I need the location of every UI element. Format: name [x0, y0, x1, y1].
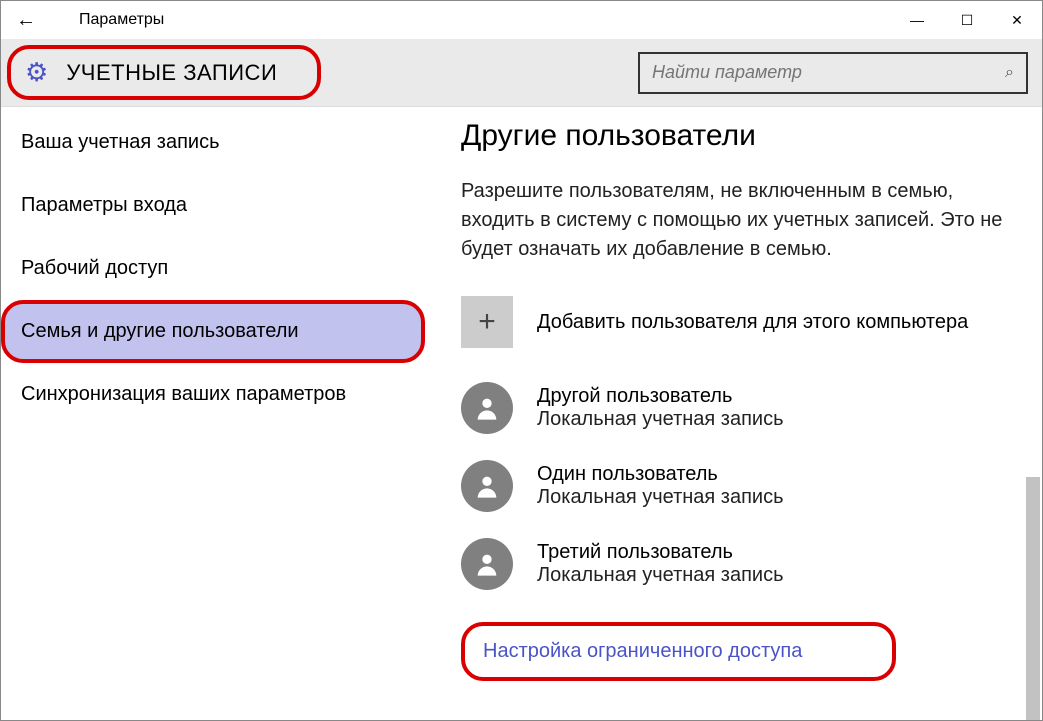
scrollbar-track[interactable] — [1026, 207, 1040, 710]
user-type: Локальная учетная запись — [537, 486, 784, 509]
add-user-label: Добавить пользователя для этого компьюте… — [537, 311, 968, 334]
search-icon: ⌕ — [1005, 64, 1014, 82]
avatar-icon — [461, 382, 513, 434]
sidebar-item-signin-options[interactable]: Параметры входа — [1, 174, 425, 237]
user-type: Локальная учетная запись — [537, 408, 784, 431]
user-name: Третий пользователь — [537, 541, 784, 564]
assigned-access-highlight: Настройка ограниченного доступа — [461, 622, 896, 681]
sidebar-item-family-other-users[interactable]: Семья и другие пользователи — [1, 300, 425, 363]
content-pane: Другие пользователи Разрешите пользовате… — [425, 107, 1042, 720]
back-button[interactable]: ← — [1, 9, 51, 32]
sidebar: Ваша учетная запись Параметры входа Рабо… — [1, 107, 425, 720]
user-type: Локальная учетная запись — [537, 564, 784, 587]
titlebar: ← Параметры — ☐ ✕ — [1, 1, 1042, 39]
settings-window: ← Параметры — ☐ ✕ ⚙ УЧЕТНЫЕ ЗАПИСИ ⌕ Ваш… — [0, 0, 1043, 721]
gear-icon: ⚙ — [25, 57, 48, 88]
window-title: Параметры — [51, 11, 164, 29]
assigned-access-link[interactable]: Настройка ограниченного доступа — [483, 640, 802, 662]
plus-icon: + — [478, 305, 496, 339]
minimize-button[interactable]: — — [892, 1, 942, 39]
header-row: ⚙ УЧЕТНЫЕ ЗАПИСИ ⌕ — [1, 39, 1042, 107]
sidebar-item-your-account[interactable]: Ваша учетная запись — [1, 111, 425, 174]
avatar-icon — [461, 538, 513, 590]
search-box[interactable]: ⌕ — [638, 52, 1028, 94]
user-row[interactable]: Третий пользователь Локальная учетная за… — [461, 538, 1006, 590]
search-input[interactable] — [652, 62, 1005, 83]
sidebar-item-sync-settings[interactable]: Синхронизация ваших параметров — [1, 363, 425, 426]
add-user-button[interactable]: + — [461, 296, 513, 348]
sidebar-item-work-access[interactable]: Рабочий доступ — [1, 237, 425, 300]
user-row[interactable]: Один пользователь Локальная учетная запи… — [461, 460, 1006, 512]
app-name: УЧЕТНЫЕ ЗАПИСИ — [66, 60, 277, 86]
body: Ваша учетная запись Параметры входа Рабо… — [1, 107, 1042, 720]
avatar-icon — [461, 460, 513, 512]
user-row[interactable]: Другой пользователь Локальная учетная за… — [461, 382, 1006, 434]
close-button[interactable]: ✕ — [992, 1, 1042, 39]
user-name: Один пользователь — [537, 463, 784, 486]
page-heading: Другие пользователи — [461, 119, 1006, 153]
page-description: Разрешите пользователям, не включенным в… — [461, 177, 1006, 264]
maximize-button[interactable]: ☐ — [942, 1, 992, 39]
app-caption-highlight: ⚙ УЧЕТНЫЕ ЗАПИСИ — [7, 45, 321, 100]
user-name: Другой пользователь — [537, 385, 784, 408]
scrollbar-thumb[interactable] — [1026, 477, 1040, 720]
add-user-row[interactable]: + Добавить пользователя для этого компью… — [461, 296, 1006, 348]
